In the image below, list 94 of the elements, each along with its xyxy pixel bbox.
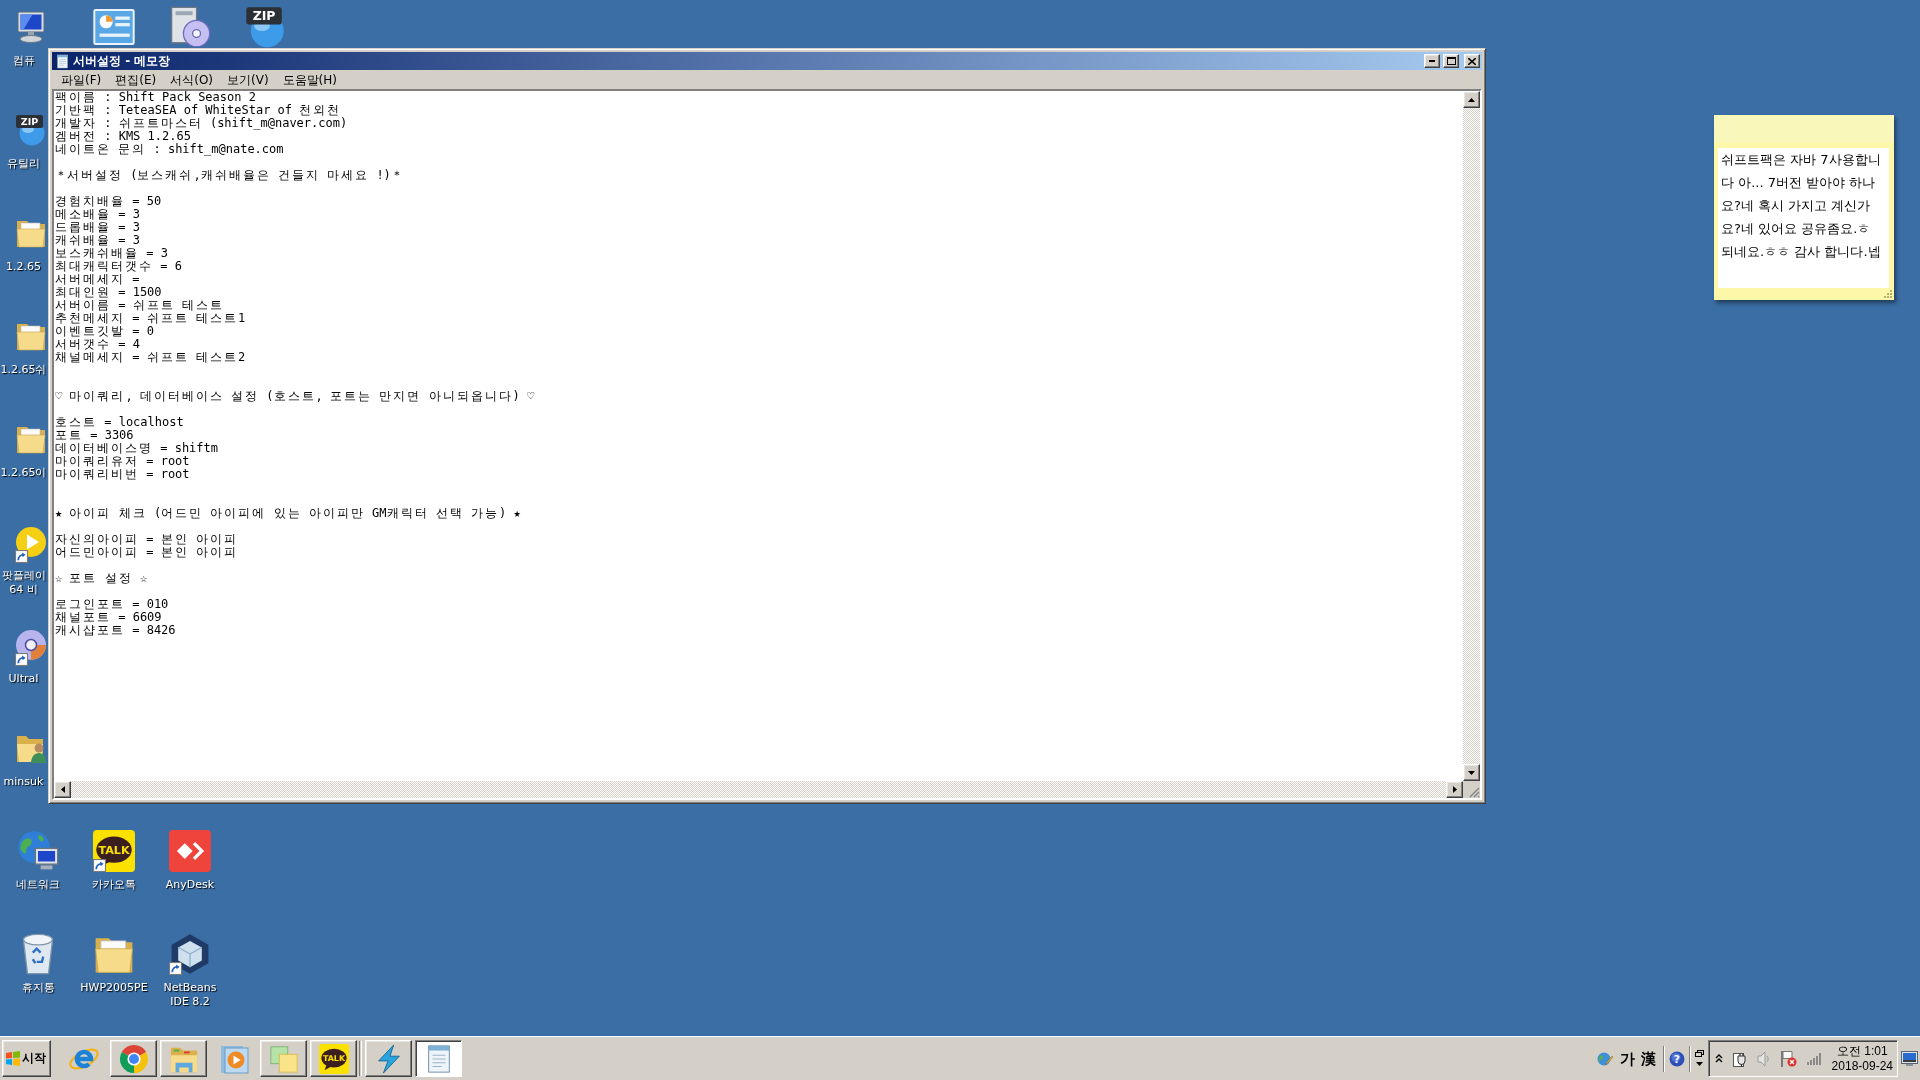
monitor-icon[interactable] [15, 11, 47, 43]
icon-label[interactable]: NetBeans IDE 8.2 [154, 981, 226, 1009]
text-line: 캐쉬배율 = 3 [55, 234, 140, 247]
text-line: 경험치배율 = 50 [55, 195, 162, 208]
text-line: 마이쿼리비번 = root [55, 468, 190, 481]
taskbar-button[interactable] [110, 1040, 157, 1077]
text-line: 자신의아이피 = 본인 아이피 [55, 533, 238, 546]
icon-label[interactable]: minsuk [3, 775, 44, 789]
notes-icon [268, 1043, 299, 1074]
text-line: ＊서버설정 (보스캐쉬,캐쉬배율은 건들지 마세요 !)＊ [55, 169, 403, 182]
menu-item[interactable]: 도움말(H) [275, 71, 344, 88]
text-line: 팩이름 : Shift Pack Season 2 [55, 91, 256, 104]
text-line: 기반팩 : TeteaSEA of WhiteStar of 천외천 [55, 104, 342, 117]
text-line: ★ 아이피 체크 (어드민 아이피에 있는 아이피만 GM캐릭터 선택 가능) ★ [55, 507, 521, 520]
text-line: 로그인포트 = 010 [55, 598, 169, 611]
play-icon[interactable] [15, 526, 47, 558]
text-line: 겜버전 : KMS 1.2.65 [55, 130, 191, 143]
menu-item[interactable]: 보기(V) [220, 71, 276, 88]
icon-label[interactable]: 네트워크 [16, 878, 60, 892]
text-line: 이벤트깃발 = 0 [55, 325, 154, 338]
hanja-mode-button[interactable]: 漢 [1637, 1049, 1659, 1068]
chevron-up-icon[interactable] [1714, 1054, 1723, 1063]
plug-icon[interactable] [1732, 1050, 1747, 1067]
cube-icon[interactable] [169, 933, 211, 975]
text-line: 데이터베이스명 = shiftm [55, 442, 219, 455]
icon-label[interactable]: UltraI [8, 672, 39, 686]
maximize-icon [1446, 57, 1456, 65]
close-icon [1468, 57, 1476, 65]
window-title: 서버설정 - 메모장 [73, 53, 172, 69]
scroll-right-button[interactable] [1446, 781, 1463, 798]
text-line: 채널포트 = 6609 [55, 611, 162, 624]
tricolor-circle-icon [118, 1043, 149, 1074]
four-color-flag-icon [5, 1051, 21, 1066]
notepad-icon [55, 53, 70, 69]
text-line: 네이트온 문의 : shift_m@nate.com [55, 143, 284, 156]
hangul-mode-button[interactable]: 가 [1616, 1049, 1638, 1068]
icon-label[interactable]: HWP2005PE [80, 981, 148, 995]
text-line: ♡ 마이쿼리, 데이터베이스 설정 (호스트, 포트는 만지면 아니되옵니다) ♡ [55, 390, 535, 403]
window-caret-icon[interactable] [1694, 1050, 1704, 1067]
icon-label[interactable]: 유틸리 [7, 157, 40, 171]
taskbar-button[interactable] [260, 1040, 307, 1077]
minimize-button[interactable] [1424, 54, 1440, 68]
menu-item[interactable]: 서식(O) [163, 71, 221, 88]
scroll-left-button[interactable] [54, 781, 71, 798]
taskbar-button[interactable] [160, 1040, 207, 1077]
clock[interactable]: 오전 1:01 2018-09-24 [1831, 1043, 1893, 1074]
diamond-chevrons-icon[interactable] [169, 830, 211, 872]
resize-grip-icon[interactable] [1469, 787, 1480, 798]
text-line: 최대캐릭터갯수 = 6 [55, 260, 182, 273]
note-text-area[interactable]: 쉬프트팩은 자바 7사용합니다 아... 7버전 받아야 하나요?네 혹시 가지고 계신가요?네 있어요 공유좀요.ㅎ 되네요.ㅎㅎ 감사 합니다.넵 [1718, 148, 1889, 288]
close-button[interactable] [1464, 54, 1480, 68]
text-line: 서버갯수 = 4 [55, 338, 140, 351]
dashboard-icon[interactable] [93, 6, 135, 48]
text-line: 마이쿼리유저 = root [55, 455, 190, 468]
flag-x-icon[interactable] [1779, 1050, 1797, 1067]
text-line: 개발자 : 쉬프트마스터 (shift_m@naver.com) [55, 117, 348, 130]
icon-label[interactable]: 카카오톡 [92, 878, 136, 892]
text-line: 메소배율 = 3 [55, 208, 140, 221]
text-line: 최대인원 = 1500 [55, 286, 162, 299]
scroll-up-button[interactable] [1463, 91, 1480, 108]
icon-label[interactable]: 팟플레이 64 비 [0, 569, 47, 597]
disc-box-icon[interactable] [169, 6, 211, 48]
resize-grip-icon[interactable] [1884, 290, 1892, 298]
menu-item[interactable]: 파일(F) [54, 71, 109, 88]
icon-label[interactable]: 1.2.65 [6, 260, 41, 274]
icon-label[interactable]: 휴지통 [21, 981, 55, 995]
disc-icon[interactable] [15, 629, 47, 661]
text-line: 드롭배율 = 3 [55, 221, 140, 234]
taskbar-window-button[interactable] [415, 1040, 462, 1077]
globe-monitor-icon[interactable] [17, 830, 59, 872]
chat-bubble-icon[interactable]: TALK [93, 830, 135, 872]
text-line: 보스캐쉬배율 = 3 [55, 247, 168, 260]
help-icon[interactable]: ? [1668, 1050, 1685, 1067]
text-line: 호스트 = localhost [55, 416, 184, 429]
icon-label[interactable]: 1.2.65쉬 [0, 363, 47, 377]
icon-label[interactable]: AnyDesk [165, 878, 215, 892]
text-line: 포트 = 3306 [55, 429, 134, 442]
caret-up-icon [1468, 97, 1475, 102]
caret-right-icon [1452, 786, 1457, 793]
icon-label[interactable]: 컴퓨 [12, 54, 35, 68]
text-line: 어드민아이피 = 본인 아이피 [55, 546, 238, 559]
minimize-icon [1429, 60, 1435, 62]
text-line: 캐시샵포트 = 8426 [55, 624, 176, 637]
text-line: 서버이름 = 쉬프트 테스트 [55, 299, 224, 312]
screen-icon[interactable] [1901, 1051, 1918, 1066]
start-button[interactable]: 시작 [2, 1040, 51, 1077]
menu-item[interactable]: 편집(E) [108, 71, 164, 88]
maximize-button[interactable] [1443, 54, 1459, 68]
scroll-down-button[interactable] [1463, 764, 1480, 781]
caret-down-icon [1468, 770, 1475, 775]
text-line: 서버메세지 = [55, 273, 140, 286]
caret-left-icon [60, 786, 65, 793]
icon-label[interactable]: 1.2.65이 [0, 466, 47, 480]
text-line: ☆ 포트 설정 ☆ [55, 572, 148, 585]
